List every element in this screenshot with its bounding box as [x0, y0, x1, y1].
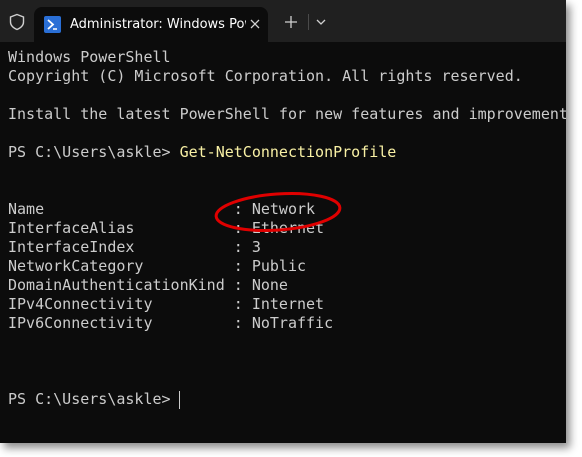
output-line-network-category: NetworkCategory : Public [8, 257, 307, 275]
plus-icon[interactable] [283, 14, 299, 30]
terminal-output[interactable]: Windows PowerShell Copyright (C) Microso… [0, 42, 566, 443]
output-line-interface-index: InterfaceIndex : 3 [8, 238, 261, 256]
final-prompt: PS C:\Users\askle> [8, 390, 180, 408]
powershell-icon [44, 16, 61, 33]
terminal-window: Administrator: Windows PowerShell Window… [0, 0, 566, 443]
tab-divider [308, 14, 309, 30]
output-line-interface-alias: InterfaceAlias : Ethernet [8, 219, 325, 237]
banner-line: Windows PowerShell [8, 48, 171, 66]
title-bar: Administrator: Windows PowerShell [0, 0, 566, 42]
chevron-down-icon[interactable] [313, 14, 329, 30]
install-line: Install the latest PowerShell for new fe… [8, 105, 566, 123]
text-cursor [179, 391, 180, 409]
tab-powershell[interactable]: Administrator: Windows PowerShell [34, 7, 268, 42]
copyright-line: Copyright (C) Microsoft Corporation. All… [8, 67, 523, 85]
command-line: PS C:\Users\askle> Get-NetConnectionProf… [8, 143, 396, 162]
shield-icon[interactable] [8, 13, 26, 31]
close-icon[interactable] [246, 15, 264, 33]
output-line-ipv6: IPv6Connectivity : NoTraffic [8, 314, 334, 332]
command: Get-NetConnectionProfile [179, 143, 397, 161]
output-line-name: Name : Network [8, 200, 316, 218]
prompt: PS C:\Users\askle> [8, 143, 180, 161]
tab-title: Administrator: Windows PowerShell [70, 17, 246, 32]
output-line-ipv4: IPv4Connectivity : Internet [8, 295, 325, 313]
output-line-domain-auth: DomainAuthenticationKind : None [8, 276, 288, 294]
